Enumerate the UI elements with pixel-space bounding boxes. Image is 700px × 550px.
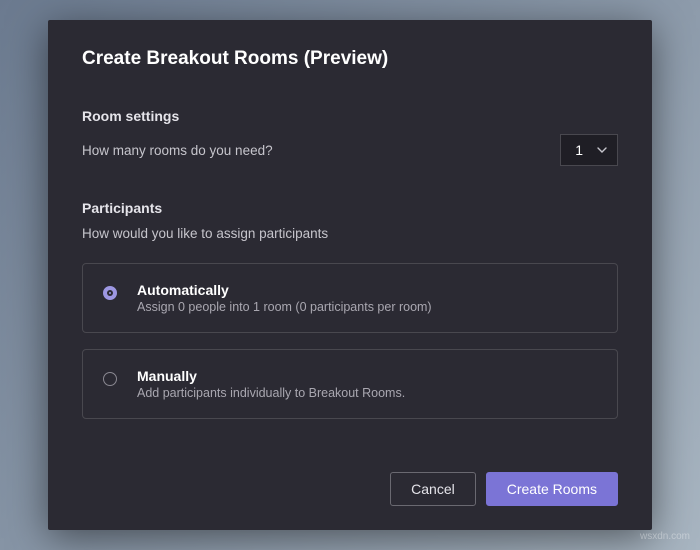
- option-text: Automatically Assign 0 people into 1 roo…: [137, 282, 432, 314]
- participants-question: How would you like to assign participant…: [82, 226, 618, 241]
- room-settings-heading: Room settings: [82, 108, 618, 124]
- radio-manually[interactable]: [103, 372, 117, 386]
- option-text: Manually Add participants individually t…: [137, 368, 405, 400]
- room-count-dropdown[interactable]: 1: [560, 134, 618, 166]
- button-label: Create Rooms: [507, 481, 597, 497]
- option-automatically[interactable]: Automatically Assign 0 people into 1 roo…: [82, 263, 618, 333]
- chevron-down-icon: [597, 145, 607, 155]
- button-label: Cancel: [411, 481, 455, 497]
- assignment-options: Automatically Assign 0 people into 1 roo…: [82, 263, 618, 452]
- option-manually[interactable]: Manually Add participants individually t…: [82, 349, 618, 419]
- room-count-row: How many rooms do you need? 1: [82, 134, 618, 166]
- participants-heading: Participants: [82, 200, 618, 216]
- room-count-value: 1: [575, 142, 583, 158]
- create-rooms-button[interactable]: Create Rooms: [486, 472, 618, 506]
- dialog-footer: Cancel Create Rooms: [82, 472, 618, 506]
- option-title: Manually: [137, 368, 405, 384]
- option-description: Add participants individually to Breakou…: [137, 386, 405, 400]
- option-description: Assign 0 people into 1 room (0 participa…: [137, 300, 432, 314]
- option-title: Automatically: [137, 282, 432, 298]
- cancel-button[interactable]: Cancel: [390, 472, 476, 506]
- room-count-question: How many rooms do you need?: [82, 143, 273, 158]
- watermark-text: wsxdn.com: [640, 531, 690, 542]
- create-breakout-rooms-dialog: Create Breakout Rooms (Preview) Room set…: [48, 20, 652, 530]
- dialog-title: Create Breakout Rooms (Preview): [82, 48, 618, 70]
- radio-automatically[interactable]: [103, 286, 117, 300]
